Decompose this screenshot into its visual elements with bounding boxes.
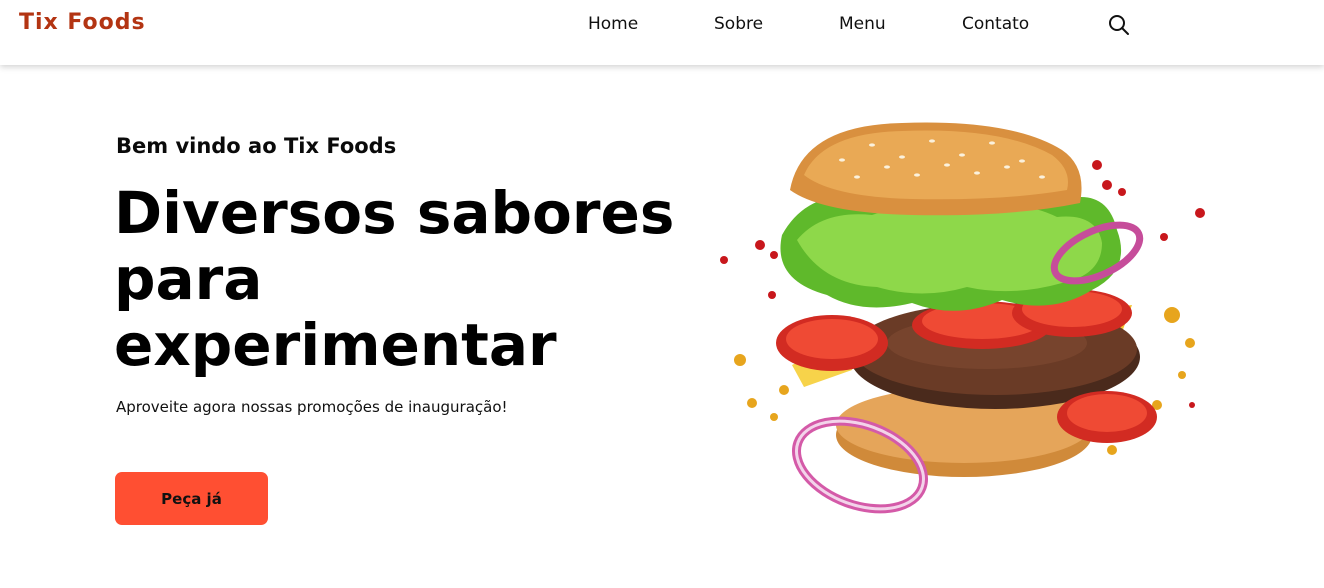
hero-subtitle: Bem vindo ao Tix Foods — [116, 134, 397, 158]
nav-contato[interactable]: Contato — [962, 14, 1029, 34]
hero-description: Aproveite agora nossas promoções de inau… — [116, 398, 508, 416]
hero-title: Diversos sabores para experimentar — [114, 179, 675, 379]
nav-home[interactable]: Home — [588, 14, 638, 34]
navbar: Tix Foods Home Sobre Menu Contato — [0, 0, 1324, 65]
nav-sobre[interactable]: Sobre — [714, 14, 763, 34]
logo[interactable]: Tix Foods — [19, 10, 146, 35]
order-now-button[interactable]: Peça já — [115, 472, 268, 525]
nav-menu[interactable]: Menu — [839, 14, 886, 34]
search-icon[interactable] — [1108, 14, 1130, 36]
burger-illustration — [720, 122, 1205, 514]
